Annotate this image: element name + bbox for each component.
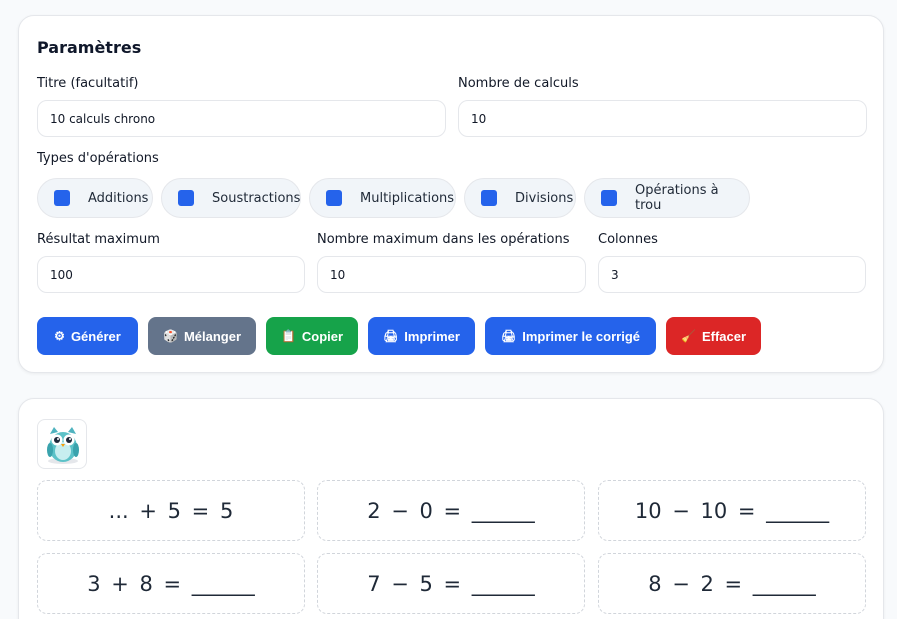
print-answer-key-label: Imprimer le corrigé — [522, 328, 640, 344]
max-result-input[interactable]: 100 — [37, 256, 305, 293]
title-input-value: 10 calculs chrono — [50, 111, 156, 126]
clear-label: Effacer — [701, 328, 747, 344]
operation-label: Additions — [88, 190, 149, 206]
columns-input[interactable]: 3 — [598, 256, 866, 293]
clipboard-icon: 📋 — [280, 329, 296, 343]
operation-label: Divisions — [515, 190, 574, 206]
print-answer-key-button[interactable]: 🖨 Imprimer le corrigé — [485, 317, 656, 355]
operation-chip-multiplications[interactable]: Multiplications — [309, 178, 456, 218]
operation-label: Soustractions — [212, 190, 301, 206]
checkbox-checked-icon[interactable] — [481, 190, 497, 206]
max-number-value: 10 — [330, 267, 346, 282]
print-label: Imprimer — [404, 328, 460, 344]
max-result-label: Résultat maximum — [37, 232, 160, 247]
checkbox-checked-icon[interactable] — [326, 190, 342, 206]
max-number-input[interactable]: 10 — [317, 256, 586, 293]
clear-button[interactable]: 🧹 Effacer — [666, 317, 761, 355]
count-input[interactable]: 10 — [458, 100, 867, 137]
calculation-cell: 10 − 10 = ______ — [598, 480, 866, 541]
max-number-label: Nombre maximum dans les opérations — [317, 232, 570, 247]
count-input-value: 10 — [471, 111, 487, 126]
calculation-cell: ... + 5 = 5 — [37, 480, 305, 541]
title-label: Titre (facultatif) — [37, 76, 139, 91]
section-title: Paramètres — [37, 38, 142, 57]
copy-button[interactable]: 📋 Copier — [266, 317, 358, 355]
gear-icon: ⚙ — [54, 329, 65, 343]
parameters-card: Paramètres Titre (facultatif) 10 calculs… — [18, 15, 884, 373]
calculation-cell: 2 − 0 = ______ — [317, 480, 585, 541]
checkbox-checked-icon[interactable] — [178, 190, 194, 206]
print-button[interactable]: 🖨 Imprimer — [368, 317, 475, 355]
checkbox-checked-icon[interactable] — [54, 190, 70, 206]
operation-chip-subtractions[interactable]: Soustractions — [161, 178, 301, 218]
shuffle-label: Mélanger — [183, 328, 242, 344]
operation-chip-additions[interactable]: Additions — [37, 178, 153, 218]
title-input[interactable]: 10 calculs chrono — [37, 100, 446, 137]
generate-label: Générer — [70, 328, 121, 344]
printer-icon: 🖨 — [383, 329, 399, 343]
printer-icon: 🖨 — [500, 329, 517, 343]
worksheet-card: ... + 5 = 5 2 − 0 = ______ 10 − 10 = ___… — [18, 398, 884, 619]
operation-chip-missing[interactable]: Opérations à trou — [584, 178, 750, 218]
broom-icon: 🧹 — [680, 329, 696, 343]
calculation-cell: 7 − 5 = ______ — [317, 553, 585, 614]
owl-icon — [37, 419, 87, 469]
columns-label: Colonnes — [598, 232, 658, 247]
shuffle-button[interactable]: 🎲 Mélanger — [148, 317, 256, 355]
operations-label: Types d'opérations — [37, 151, 159, 166]
max-result-value: 100 — [50, 267, 73, 282]
operation-chip-divisions[interactable]: Divisions — [464, 178, 576, 218]
operation-label: Opérations à trou — [635, 183, 719, 213]
dice-icon: 🎲 — [162, 329, 178, 343]
checkbox-checked-icon[interactable] — [601, 190, 617, 206]
generate-button[interactable]: ⚙ Générer — [37, 317, 138, 355]
count-label: Nombre de calculs — [458, 76, 579, 91]
calculation-cell: 3 + 8 = ______ — [37, 553, 305, 614]
columns-value: 3 — [611, 267, 619, 282]
operation-label: Multiplications — [360, 190, 455, 206]
copy-label: Copier — [301, 328, 344, 344]
calculation-cell: 8 − 2 = ______ — [598, 553, 866, 614]
